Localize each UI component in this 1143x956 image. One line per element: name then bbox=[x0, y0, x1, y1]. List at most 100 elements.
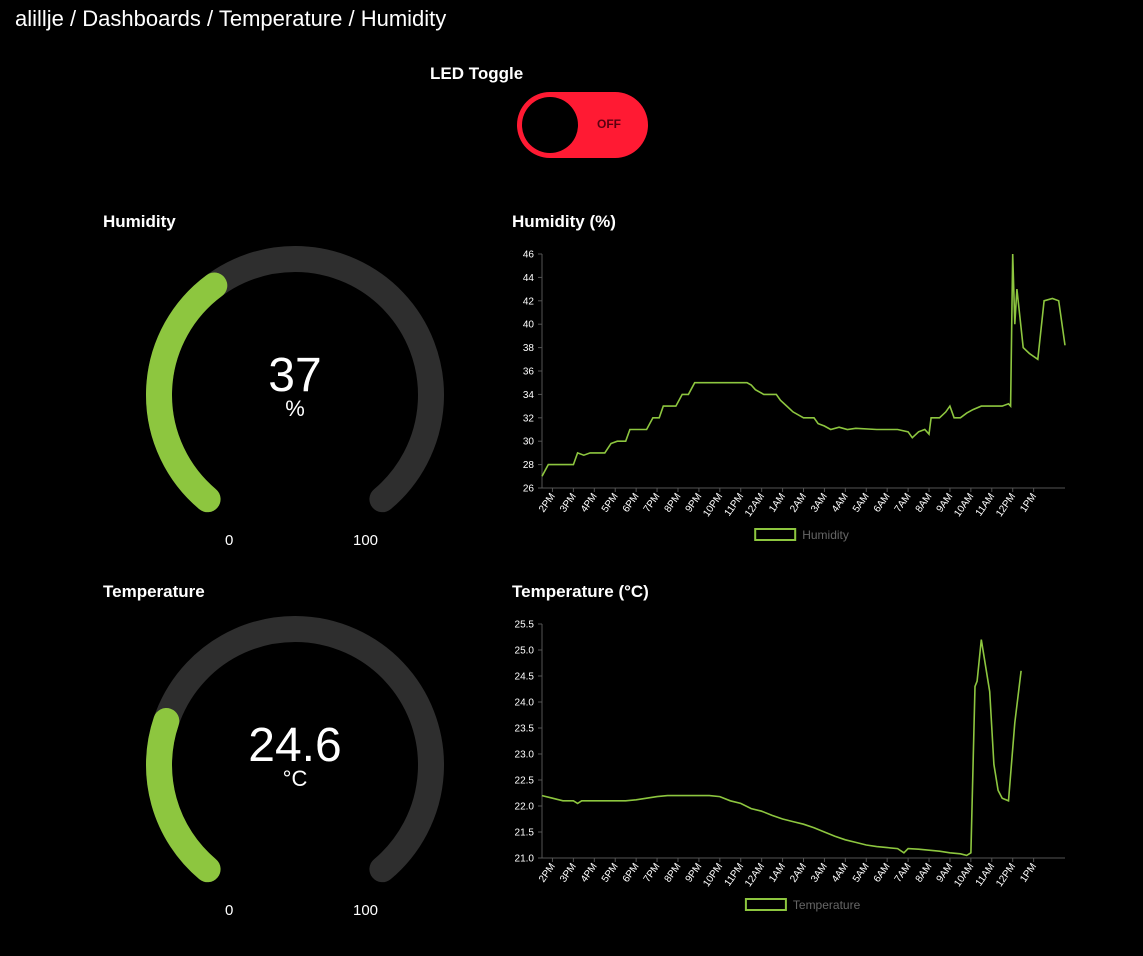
humidity-chart-series-line bbox=[541, 253, 1066, 477]
humidity-chart-x-tick-label: 7PM bbox=[642, 491, 663, 514]
temperature-chart-x-tick-label: 12PM bbox=[994, 861, 1018, 889]
toggle-state-label: OFF bbox=[597, 117, 621, 131]
temperature-chart-y-tick-label: 23.5 bbox=[515, 724, 535, 735]
humidity-chart-x-tick-label: 1AM bbox=[767, 491, 788, 514]
temperature-chart-x-tick-label: 6PM bbox=[621, 861, 642, 884]
humidity-chart-y-tick-label: 30 bbox=[523, 437, 535, 448]
temperature-gauge-max: 100 bbox=[353, 902, 379, 919]
humidity-chart-y-tick-label: 38 bbox=[523, 343, 535, 354]
humidity-chart-x-tick-label: 2AM bbox=[788, 491, 809, 514]
temperature-chart-x-tick-label: 8AM bbox=[914, 861, 935, 884]
led-toggle-title: LED Toggle bbox=[430, 64, 524, 83]
humidity-chart-y-tick-label: 46 bbox=[523, 250, 535, 261]
humidity-chart-x-tick-label: 1PM bbox=[1018, 491, 1039, 514]
temperature-chart-title: Temperature (°C) bbox=[512, 582, 649, 601]
led-toggle-switch[interactable]: OFF bbox=[517, 92, 648, 158]
temperature-chart-x-tick-label: 10AM bbox=[952, 861, 976, 889]
humidity-chart-x-tick-label: 2PM bbox=[537, 491, 558, 514]
humidity-chart-x-tick-label: 11PM bbox=[723, 491, 747, 518]
temperature-chart-x-tick-label: 11PM bbox=[723, 861, 747, 888]
toggle-knob[interactable] bbox=[522, 97, 578, 153]
humidity-chart-x-tick-label: 3AM bbox=[809, 491, 830, 514]
humidity-chart-x-tick-label: 9PM bbox=[684, 491, 705, 514]
temperature-chart-y-tick-label: 25.5 bbox=[515, 620, 535, 631]
breadcrumb-separator: / bbox=[200, 6, 219, 31]
temperature-chart-x-tick-label: 4AM bbox=[830, 861, 851, 884]
temperature-chart-x-tick-label: 7AM bbox=[893, 861, 914, 884]
humidity-chart-x-tick-label: 6AM bbox=[872, 491, 893, 514]
humidity-chart-title: Humidity (%) bbox=[512, 212, 616, 231]
temperature-chart-x-tick-label: 5AM bbox=[851, 861, 872, 884]
temperature-gauge-unit: °C bbox=[282, 766, 308, 791]
humidity-chart-svg: 26 28 30 32 34 36 38 40 42 44 46 2PM 3PM 4PM 5PM 6PM 7PM… bbox=[523, 250, 1066, 542]
temperature-chart-y-tick-label: 23.0 bbox=[515, 750, 535, 761]
temperature-chart-x-tick-label: 6AM bbox=[872, 861, 893, 884]
temperature-chart-y-tick-label: 25.0 bbox=[515, 646, 535, 657]
humidity-gauge-unit: % bbox=[285, 396, 305, 421]
humidity-chart-x-tick-label: 4AM bbox=[830, 491, 851, 514]
humidity-gauge-title: Humidity bbox=[103, 212, 176, 231]
temperature-chart-x-tick-label: 1PM bbox=[1018, 861, 1039, 884]
temperature-chart-y-tick-label: 21.0 bbox=[515, 854, 535, 865]
temperature-chart-x-tick-label: 3AM bbox=[809, 861, 830, 884]
humidity-chart-x-tick-label: 4PM bbox=[579, 491, 600, 514]
humidity-chart-x-tick-label: 12PM bbox=[994, 491, 1018, 519]
temperature-chart-svg: 21.0 21.5 22.0 22.5 23.0 23.5 24.0 24.5 25.0 25.5… bbox=[515, 620, 1065, 912]
temperature-chart-x-tick-label: 8PM bbox=[663, 861, 684, 884]
humidity-chart-legend-label[interactable]: Humidity bbox=[802, 528, 849, 542]
humidity-chart-x-tick-label: 9AM bbox=[935, 491, 956, 514]
humidity-gauge-value: 37 bbox=[268, 349, 322, 402]
humidity-chart-x-tick-label: 5AM bbox=[851, 491, 872, 514]
humidity-chart-y-tick-label: 42 bbox=[523, 296, 535, 307]
temperature-chart-x-tick-label: 3PM bbox=[558, 861, 579, 884]
temperature-chart-x-tick-label: 9AM bbox=[935, 861, 956, 884]
humidity-chart-x-tick-label: 10PM bbox=[701, 491, 725, 519]
temperature-chart-x-tick-label: 10PM bbox=[701, 861, 725, 889]
temperature-chart-x-tick-label: 4PM bbox=[579, 861, 600, 884]
temperature-chart-x-tick-label: 11AM bbox=[974, 861, 998, 888]
humidity-chart-x-tick-label: 5PM bbox=[600, 491, 621, 514]
humidity-chart-y-tick-label: 44 bbox=[523, 273, 535, 284]
humidity-gauge-min: 0 bbox=[225, 532, 234, 549]
temperature-chart-legend-swatch[interactable] bbox=[744, 898, 787, 911]
temperature-gauge-title: Temperature bbox=[103, 582, 205, 601]
temperature-chart-y-tick-label: 24.0 bbox=[515, 698, 535, 709]
humidity-chart: 26 28 30 32 34 36 38 40 42 44 46 2PM 3PM 4PM 5PM 6PM 7PM… bbox=[500, 238, 1080, 558]
temperature-chart-series-line bbox=[541, 639, 1022, 857]
humidity-gauge: 37 % 0 100 bbox=[140, 240, 450, 550]
breadcrumb-user-link[interactable]: alillje bbox=[15, 6, 64, 31]
humidity-chart-y-tick-label: 36 bbox=[523, 367, 535, 378]
humidity-chart-x-tick-label: 7AM bbox=[893, 491, 914, 514]
temperature-chart-legend-label[interactable]: Temperature bbox=[793, 898, 861, 912]
humidity-chart-legend-swatch[interactable] bbox=[754, 528, 797, 541]
humidity-chart-y-tick-label: 34 bbox=[523, 390, 535, 401]
humidity-chart-y-tick-label: 26 bbox=[523, 484, 535, 495]
breadcrumb-dashboards-link[interactable]: Dashboards bbox=[82, 6, 201, 31]
temperature-gauge-value: 24.6 bbox=[248, 719, 342, 772]
breadcrumb: alillje / Dashboards / Temperature / Hum… bbox=[15, 6, 446, 32]
temperature-chart-x-tick-label: 7PM bbox=[642, 861, 663, 884]
temperature-chart-x-tick-label: 9PM bbox=[684, 861, 705, 884]
humidity-chart-y-tick-label: 40 bbox=[523, 320, 535, 331]
humidity-chart-x-tick-label: 12AM bbox=[743, 491, 767, 519]
humidity-chart-y-tick-label: 28 bbox=[523, 460, 535, 471]
temperature-gauge-min: 0 bbox=[225, 902, 234, 919]
temperature-chart-y-tick-label: 24.5 bbox=[515, 672, 535, 683]
temperature-chart-y-tick-label: 22.5 bbox=[515, 776, 535, 787]
temperature-chart-x-tick-label: 2AM bbox=[788, 861, 809, 884]
humidity-chart-x-tick-label: 8AM bbox=[914, 491, 935, 514]
temperature-chart-x-tick-label: 12AM bbox=[743, 861, 767, 889]
temperature-chart-y-tick-label: 21.5 bbox=[515, 828, 535, 839]
temperature-chart-x-tick-label: 5PM bbox=[600, 861, 621, 884]
humidity-chart-x-tick-label: 3PM bbox=[558, 491, 579, 514]
humidity-chart-x-tick-label: 8PM bbox=[663, 491, 684, 514]
temperature-chart-x-tick-label: 2PM bbox=[537, 861, 558, 884]
breadcrumb-separator: / bbox=[63, 6, 83, 31]
humidity-chart-x-tick-label: 6PM bbox=[621, 491, 642, 514]
temperature-chart: 21.0 21.5 22.0 22.5 23.0 23.5 24.0 24.5 25.0 25.5… bbox=[500, 608, 1080, 928]
humidity-gauge-max: 100 bbox=[353, 532, 379, 549]
breadcrumb-current-dashboard: Temperature / Humidity bbox=[218, 6, 447, 31]
temperature-chart-x-tick-label: 1AM bbox=[767, 861, 788, 884]
temperature-chart-y-tick-label: 22.0 bbox=[515, 802, 535, 813]
humidity-chart-y-tick-label: 32 bbox=[523, 413, 535, 424]
